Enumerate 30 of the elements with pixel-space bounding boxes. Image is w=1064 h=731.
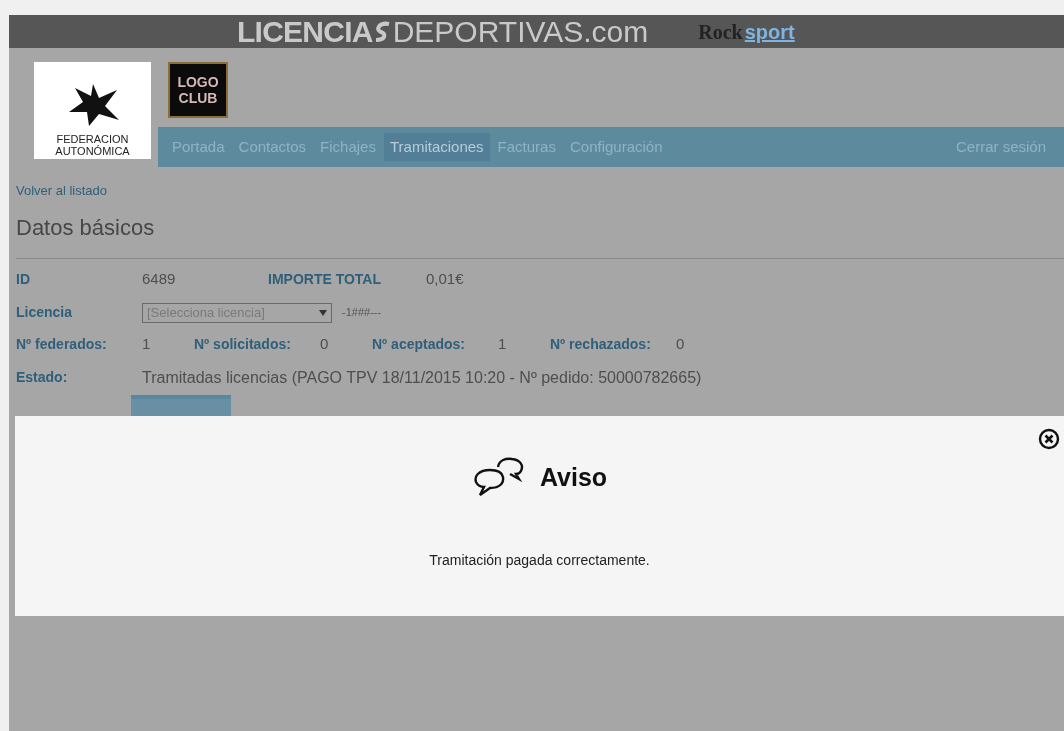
- nav-tab[interactable]: Tramitaciones: [383, 132, 490, 162]
- dropdown-caret-icon: [319, 309, 327, 316]
- field-label: Nº aceptados:: [372, 335, 467, 354]
- close-icon[interactable]: [1038, 428, 1060, 450]
- modal-message: Tramitación pagada correctamente.: [429, 551, 650, 570]
- brand-logo-bold: LICENCIA: [237, 16, 373, 47]
- licence-code: -1###---: [342, 305, 382, 321]
- field-label: Nº rechazados:: [550, 335, 652, 354]
- back-link[interactable]: Volver al listado: [16, 181, 1064, 201]
- club-logo-text: CLUB: [178, 90, 218, 106]
- federation-name: FEDERACION: [56, 133, 129, 145]
- federation-name: AUTONÓMICA: [55, 145, 130, 157]
- field-label: Estado:: [16, 368, 69, 387]
- field-label: Licencia: [16, 303, 74, 322]
- modal-title: Aviso: [539, 462, 608, 494]
- field-label: ID: [16, 270, 31, 289]
- club-logo-text: LOGO: [177, 74, 219, 90]
- field-value: Tramitadas licencias (PAGO TPV 18/11/2015 10:20 - Nº pedido: 50000782665): [142, 367, 702, 388]
- field-value: 0: [676, 334, 686, 355]
- section-title: Datos básicos: [16, 213, 156, 242]
- partner-logo-second-word: sport: [744, 21, 795, 42]
- field-value: 0,01€: [426, 269, 464, 290]
- field-value: 1: [498, 334, 508, 355]
- brand-logo-light: DEPORTIVAS.com: [392, 16, 649, 47]
- field-value: 1: [142, 334, 152, 355]
- field-label: Nº federados:: [16, 335, 108, 354]
- field-value: 0: [320, 334, 330, 355]
- field-label: Nº solicitados:: [194, 335, 292, 354]
- field-value: 6489: [142, 269, 177, 290]
- field-label: IMPORTE TOTAL: [268, 270, 383, 289]
